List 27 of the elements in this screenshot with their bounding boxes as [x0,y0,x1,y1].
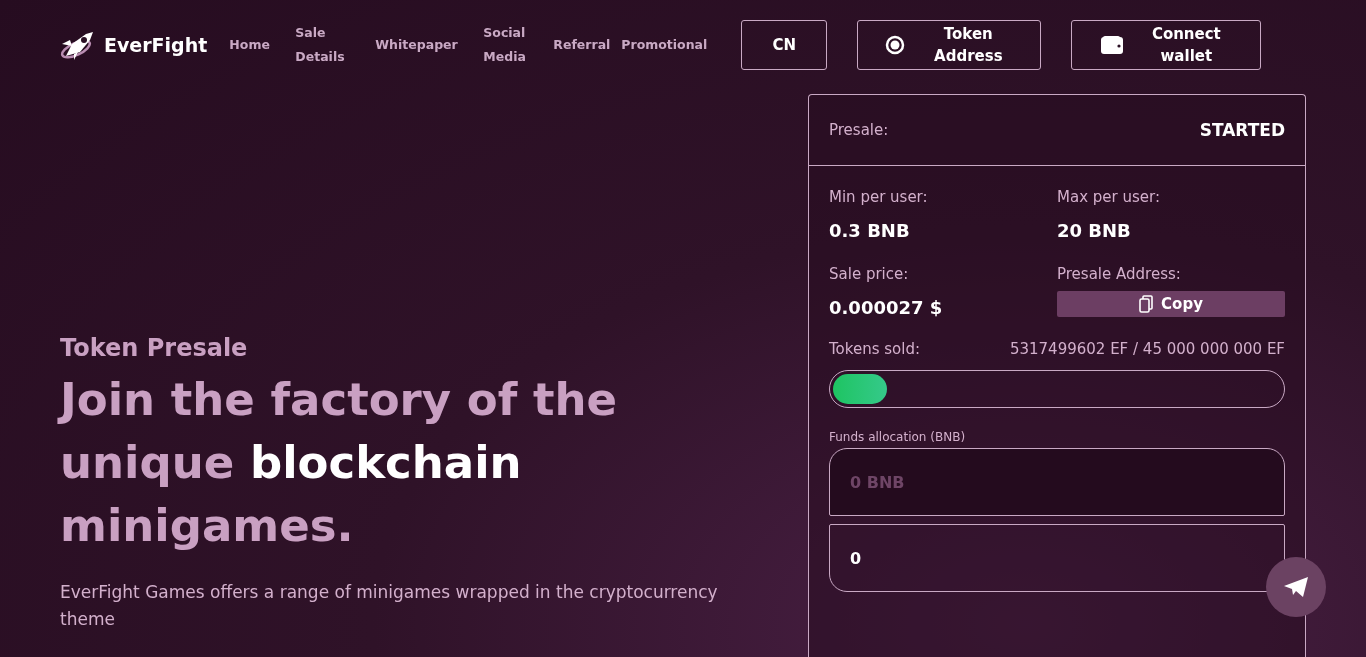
funds-label: Funds allocation (BNB) [829,430,967,444]
presale-status: STARTED [1199,120,1285,140]
stat-label: Sale price: [829,265,910,283]
nav-link[interactable]: Sale Details [295,21,376,69]
nav-link[interactable]: Promotional [621,33,722,57]
token-address-button[interactable]: Token Address [857,20,1042,70]
tokens-sold-label: Tokens sold: [829,340,920,358]
copy-button[interactable]: Copy [1057,291,1285,317]
address-label: Presale Address: [1057,265,1182,283]
section-eyebrow: Token Presale [60,334,249,362]
brand-name: EverFight [104,34,208,56]
connect-wallet-button[interactable]: Connect wallet [1071,20,1262,70]
nav-link[interactable]: Home [229,33,296,57]
nav-link[interactable]: Referral [553,33,622,57]
hero-description: EverFight Games offers a range of minigames wrapped in the cryptocurrency theme [60,581,719,631]
stat-value: 20 BNB [1057,220,1132,241]
amount-input[interactable]: 0 [829,524,1285,592]
nav-link[interactable]: Social Media [483,21,554,69]
bnb-input[interactable]: 0 BNB [829,448,1285,516]
stat-label: Max per user: [1057,188,1161,206]
stat-label: Min per user: [829,188,929,206]
stat-value: 0.000027 $ [829,297,944,318]
nav-link[interactable]: Whitepaper [375,33,484,57]
stat-value: 0.3 BNB [829,220,911,241]
language-button[interactable]: CN [741,20,828,70]
presale-label: Presale: [829,121,889,139]
tokens-sold-reading: 5317499602 EF / 45 000 000 000 EF [1009,340,1285,358]
